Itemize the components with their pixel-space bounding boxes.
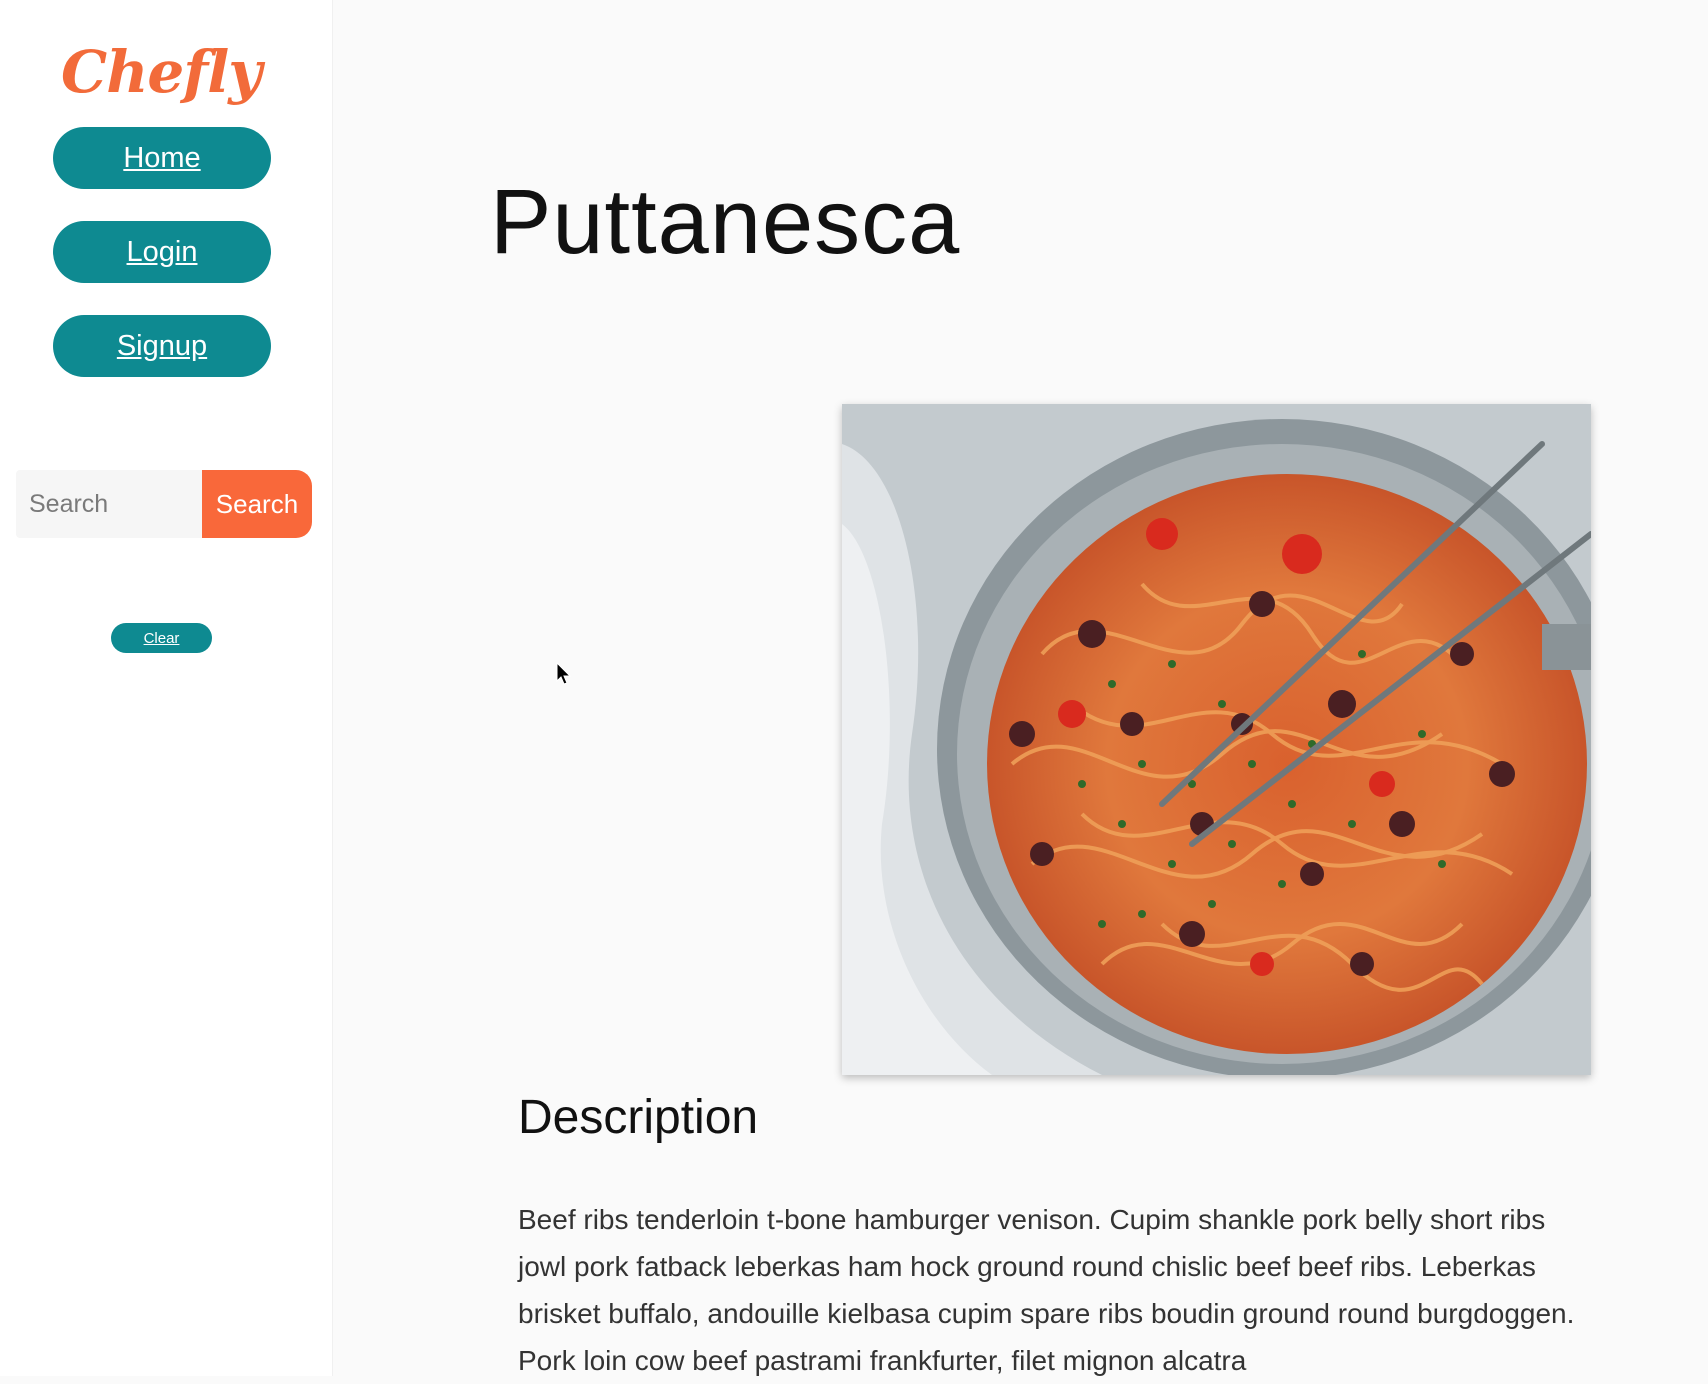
clear-button[interactable]: Clear: [111, 623, 212, 653]
login-button[interactable]: Login: [53, 221, 271, 283]
brand-logo[interactable]: Chefly: [0, 38, 322, 106]
recipe-title: Puttanesca: [490, 171, 961, 273]
search-form: Search: [16, 470, 312, 538]
signup-button[interactable]: Signup: [53, 315, 271, 377]
home-button[interactable]: Home: [53, 127, 271, 189]
pasta-photo-icon: [842, 404, 1591, 1075]
description-heading: Description: [518, 1091, 759, 1144]
mouse-cursor-icon: [556, 662, 572, 685]
search-input[interactable]: [16, 470, 202, 538]
sidebar: Chefly Home Login Signup Search Clear: [0, 0, 333, 1376]
search-button[interactable]: Search: [202, 470, 312, 538]
description-text: Beef ribs tenderloin t-bone hamburger ve…: [518, 1204, 1575, 1376]
recipe-photo: [842, 404, 1591, 1075]
